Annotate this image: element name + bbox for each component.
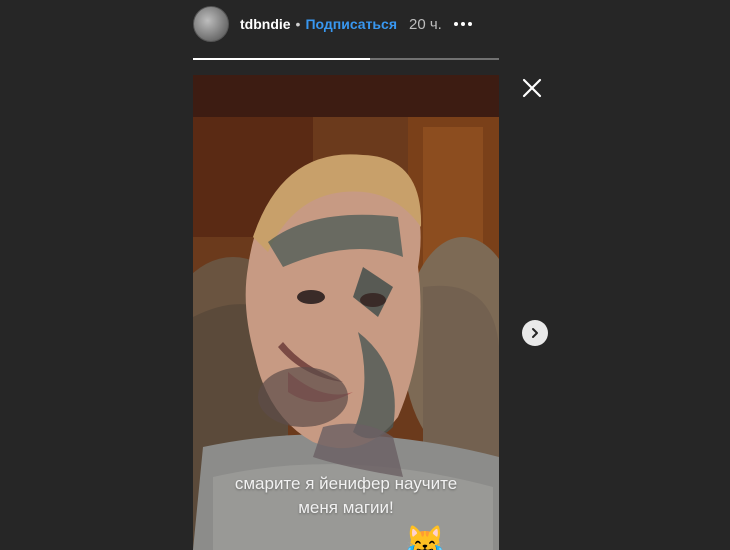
next-story-button[interactable] (522, 320, 548, 346)
chevron-right-icon (532, 328, 538, 338)
story-frame[interactable]: смарите я йенифер научите меня магии! 😹 (193, 75, 499, 550)
story-progress-fill (193, 58, 371, 60)
story-photo: смарите я йенифер научите меня магии! 😹 (193, 117, 499, 550)
story-caption: смарите я йенифер научите меня магии! (193, 472, 499, 520)
story-header: tdbndie • Подписаться 20 ч. (193, 6, 472, 42)
crying-cat-emoji: 😹 (405, 524, 445, 550)
more-dots-icon[interactable] (453, 16, 472, 32)
close-icon[interactable] (520, 76, 544, 100)
username-link[interactable]: tdbndie (240, 16, 291, 32)
timestamp: 20 ч. (409, 15, 442, 33)
subscribe-button[interactable]: Подписаться (305, 16, 397, 32)
story-top-band (193, 75, 499, 117)
avatar[interactable] (193, 6, 229, 42)
caption-line: смарите я йенифер научите (234, 474, 458, 493)
separator-dot: • (295, 16, 301, 32)
story-progress-bar (193, 58, 499, 60)
caption-line: меня магии! (298, 498, 394, 517)
